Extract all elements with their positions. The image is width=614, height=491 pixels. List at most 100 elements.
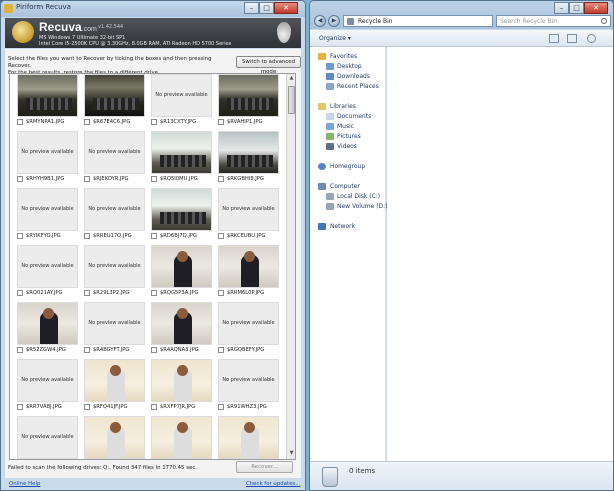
file-thumbnail[interactable]: No preview available: [17, 416, 78, 459]
file-thumbnail[interactable]: [84, 416, 145, 459]
scroll-up-icon[interactable]: ▲: [288, 75, 295, 83]
file-item[interactable]: [215, 416, 282, 459]
file-checkbox[interactable]: [84, 290, 90, 296]
file-thumbnail[interactable]: No preview available: [218, 188, 279, 231]
file-item[interactable]: No preview available $RHYH9B1.JPG: [14, 131, 81, 188]
nav-homegroup[interactable]: Homegroup: [330, 163, 365, 170]
minimize-button[interactable]: –: [244, 2, 259, 14]
file-item[interactable]: No preview available $RYIKFYO.JPG: [14, 188, 81, 245]
file-item[interactable]: $R67E4C6.JPG: [81, 74, 148, 131]
file-checkbox[interactable]: [17, 347, 23, 353]
file-checkbox[interactable]: [84, 404, 90, 410]
view-options-icon[interactable]: [549, 34, 559, 43]
file-item[interactable]: No preview available $RKCEUBU.JPG: [215, 188, 282, 245]
file-item[interactable]: No preview available $RR7VA8J.JPG: [14, 359, 81, 416]
file-checkbox[interactable]: [17, 290, 23, 296]
explorer-close-button[interactable]: ✕: [584, 2, 608, 14]
file-thumbnail[interactable]: [84, 74, 145, 117]
file-checkbox[interactable]: [17, 119, 23, 125]
scroll-thumb[interactable]: [288, 86, 295, 114]
file-checkbox[interactable]: [218, 290, 224, 296]
nav-documents[interactable]: Documents: [337, 113, 371, 120]
file-item[interactable]: $RQG5P3A.JPG: [148, 245, 215, 302]
file-checkbox[interactable]: [84, 233, 90, 239]
file-checkbox[interactable]: [151, 233, 157, 239]
file-list-pane[interactable]: [387, 47, 613, 461]
file-checkbox[interactable]: [151, 119, 157, 125]
file-item[interactable]: $R52ZGW4.JPG: [14, 302, 81, 359]
nav-downloads[interactable]: Downloads: [337, 73, 370, 80]
file-checkbox[interactable]: [151, 347, 157, 353]
scroll-down-icon[interactable]: ▼: [288, 450, 295, 458]
file-item[interactable]: $RFQ41JF.JPG: [81, 359, 148, 416]
file-checkbox[interactable]: [151, 176, 157, 182]
recover-button[interactable]: Recover...: [236, 461, 293, 473]
file-thumbnail[interactable]: [151, 359, 212, 402]
file-item[interactable]: $RMYNPA1.JPG: [14, 74, 81, 131]
file-checkbox[interactable]: [17, 233, 23, 239]
search-box[interactable]: Search Recycle Bin: [496, 15, 611, 27]
file-thumbnail[interactable]: [151, 302, 212, 345]
file-thumbnail[interactable]: No preview available: [84, 131, 145, 174]
file-checkbox[interactable]: [151, 290, 157, 296]
file-thumbnail[interactable]: No preview available: [17, 188, 78, 231]
file-item[interactable]: No preview available $RREU17Q.JPG: [81, 188, 148, 245]
nav-local-disk[interactable]: Local Disk (C:): [337, 193, 380, 200]
file-checkbox[interactable]: [218, 176, 224, 182]
file-checkbox[interactable]: [151, 404, 157, 410]
file-item[interactable]: $RD6BJ7Q.JPG: [148, 188, 215, 245]
file-thumbnail[interactable]: [17, 302, 78, 345]
maximize-button[interactable]: □: [259, 2, 274, 14]
recuva-titlebar[interactable]: Piriform Recuva – □ ✕: [1, 1, 305, 17]
nav-libraries[interactable]: Libraries: [330, 103, 356, 110]
file-checkbox[interactable]: [218, 119, 224, 125]
explorer-maximize-button[interactable]: □: [569, 2, 584, 14]
file-item[interactable]: $RKGBHI8.JPG: [215, 131, 282, 188]
vertical-scrollbar[interactable]: ▲ ▼: [286, 74, 295, 459]
help-icon[interactable]: [587, 34, 596, 43]
close-button[interactable]: ✕: [274, 2, 298, 14]
file-checkbox[interactable]: [218, 347, 224, 353]
file-item[interactable]: No preview available $R91WHZ3.JPG: [215, 359, 282, 416]
file-thumbnail[interactable]: No preview available: [84, 188, 145, 231]
file-checkbox[interactable]: [17, 176, 23, 182]
file-item[interactable]: No preview available $R4BGYFT.JPG: [81, 302, 148, 359]
file-item[interactable]: $RQ5I0MU.JPG: [148, 131, 215, 188]
file-thumbnail[interactable]: No preview available: [218, 359, 279, 402]
file-thumbnail[interactable]: [151, 416, 212, 459]
nav-recent-places[interactable]: Recent Places: [337, 83, 379, 90]
file-item[interactable]: $R4AQNA3.JPG: [148, 302, 215, 359]
file-thumbnail[interactable]: [218, 74, 279, 117]
file-thumbnail[interactable]: [84, 359, 145, 402]
file-thumbnail[interactable]: [151, 131, 212, 174]
file-checkbox[interactable]: [84, 119, 90, 125]
file-checkbox[interactable]: [84, 347, 90, 353]
file-item[interactable]: $RVAHIP1.JPG: [215, 74, 282, 131]
file-item[interactable]: No preview available $RJEKOYR.JPG: [81, 131, 148, 188]
file-item[interactable]: No preview available: [14, 416, 81, 459]
file-thumbnail[interactable]: [151, 245, 212, 288]
file-thumbnail-grid[interactable]: $RMYNPA1.JPG $R67E4C6.JPG No preview avail…: [9, 73, 296, 460]
file-thumbnail[interactable]: No preview available: [218, 302, 279, 345]
file-thumbnail[interactable]: No preview available: [151, 74, 212, 117]
file-thumbnail[interactable]: No preview available: [17, 359, 78, 402]
nav-music[interactable]: Music: [337, 123, 354, 130]
file-thumbnail[interactable]: No preview available: [17, 131, 78, 174]
file-thumbnail[interactable]: [151, 188, 212, 231]
nav-pictures[interactable]: Pictures: [337, 133, 361, 140]
switch-advanced-mode-button[interactable]: Switch to advanced mode: [236, 56, 301, 75]
file-checkbox[interactable]: [84, 176, 90, 182]
nav-new-volume[interactable]: New Volume (D:): [337, 203, 388, 210]
file-checkbox[interactable]: [218, 404, 224, 410]
check-updates-link[interactable]: Check for updates...: [246, 481, 300, 487]
file-checkbox[interactable]: [17, 404, 23, 410]
file-thumbnail[interactable]: No preview available: [17, 245, 78, 288]
file-item[interactable]: No preview available $RQ021AY.JPG: [14, 245, 81, 302]
back-arrow-icon[interactable]: ◀: [314, 15, 326, 27]
nav-desktop[interactable]: Desktop: [337, 63, 362, 70]
explorer-titlebar[interactable]: – □ ✕ ◀ ▶ Recycle Bin Search Recycle Bin: [310, 1, 613, 29]
file-item[interactable]: No preview available $R13CXTY.JPG: [148, 74, 215, 131]
file-item[interactable]: [148, 416, 215, 459]
nav-videos[interactable]: Videos: [337, 143, 357, 150]
file-thumbnail[interactable]: [218, 245, 279, 288]
